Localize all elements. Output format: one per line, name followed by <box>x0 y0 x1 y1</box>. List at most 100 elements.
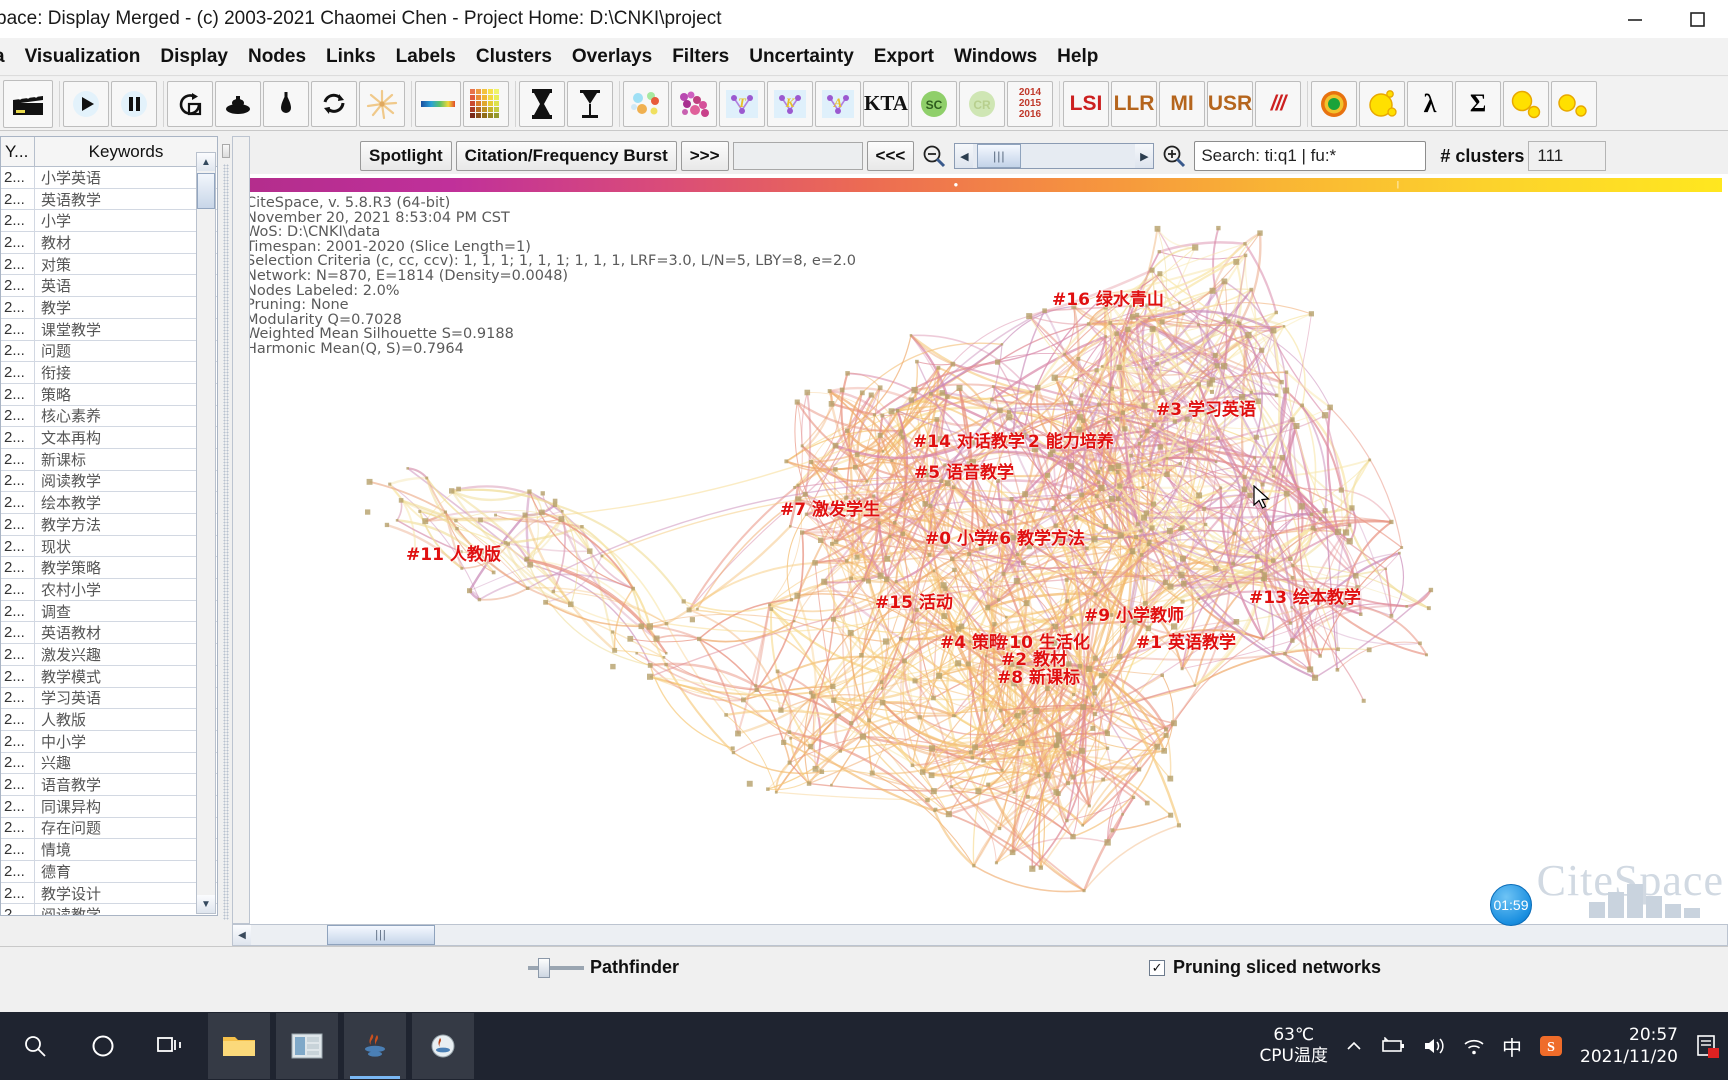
burst-star-icon[interactable] <box>359 80 405 127</box>
menu-item-links[interactable]: Links <box>316 44 386 70</box>
node-cluster-yellow-icon[interactable] <box>1359 80 1405 127</box>
table-row[interactable]: 2... 小学 <box>1 210 217 233</box>
file-explorer-icon[interactable] <box>208 1013 270 1079</box>
usr-button[interactable]: USR <box>1207 80 1253 127</box>
movie-clapper-icon[interactable] <box>3 79 53 128</box>
search-icon[interactable] <box>4 1013 66 1079</box>
cluster-label[interactable]: #11 人教版 <box>406 540 501 565</box>
table-row[interactable]: 2... 绘本教学 <box>1 492 217 514</box>
table-row[interactable]: 2... 学习英语 <box>1 687 217 710</box>
table-row[interactable]: 2... 同课异构 <box>1 795 217 818</box>
table-row[interactable]: 2... 中小学 <box>1 730 217 753</box>
lsi-button[interactable]: LSI <box>1063 80 1109 127</box>
java-app2-icon[interactable] <box>412 1013 474 1079</box>
kta-icon[interactable]: KTA <box>863 80 909 127</box>
volume-icon[interactable] <box>1422 1036 1446 1056</box>
table-row[interactable]: 2... 文本再构 <box>1 427 217 449</box>
task-view-icon[interactable] <box>140 1013 202 1079</box>
cluster-label[interactable]: #13 绘本教学 <box>1249 583 1361 608</box>
llr-button[interactable]: LLR <box>1111 80 1157 127</box>
pipette-icon[interactable] <box>263 80 309 127</box>
table-row[interactable]: 2... 现状 <box>1 535 217 558</box>
menu-item-display[interactable]: Display <box>150 44 238 70</box>
table-row[interactable]: 2... 策略 <box>1 383 217 406</box>
color-palette-grid-icon[interactable] <box>463 80 509 127</box>
scroll-down-arrow[interactable]: ▼ <box>197 895 215 913</box>
slider-right-arrow[interactable]: ▶ <box>1135 144 1154 168</box>
java-app-icon[interactable] <box>344 1013 406 1079</box>
wifi-icon[interactable] <box>1462 1036 1486 1056</box>
ime-chinese-icon[interactable]: 中 <box>1502 1032 1522 1061</box>
table-row[interactable]: 2... 教学方法 <box>1 514 217 536</box>
pruning-checkbox[interactable]: ✓ <box>1149 959 1166 976</box>
menu-item-nodes[interactable]: Nodes <box>238 44 316 70</box>
scroll-thumb-vertical[interactable] <box>197 173 215 209</box>
pathfinder-slider-knob[interactable] <box>538 957 550 978</box>
node-pair-icon[interactable] <box>1503 80 1549 127</box>
menu-item-labels[interactable]: Labels <box>386 44 466 70</box>
spotlight-button[interactable]: Spotlight <box>360 141 452 171</box>
menu-item-filters[interactable]: Filters <box>662 44 739 70</box>
table-row[interactable]: 2... 教学 <box>1 297 217 319</box>
slider-thumb[interactable]: ||| <box>977 144 1022 168</box>
sigma-icon[interactable]: Σ <box>1455 80 1501 127</box>
pathfinder-option[interactable]: Pathfinder <box>528 957 679 978</box>
table-row[interactable]: 2... 调查 <box>1 600 217 623</box>
burst-value-field[interactable] <box>732 142 863 170</box>
canvas-vertical-scrollbar[interactable] <box>232 136 250 924</box>
battery-icon[interactable] <box>1380 1037 1406 1055</box>
node-ring-icon[interactable] <box>1311 80 1357 127</box>
table-row[interactable]: 2... 对策 <box>1 253 217 276</box>
table-row[interactable]: 2... 教学模式 <box>1 665 217 688</box>
notifications-icon[interactable] <box>1694 1033 1720 1059</box>
panel-splitter[interactable] <box>220 136 232 926</box>
minimize-button[interactable] <box>1604 0 1666 38</box>
citation-frequency-burst-button[interactable]: Citation/Frequency Burst <box>455 141 677 171</box>
keywords-table-body[interactable]: 2... 小学英语 2... 英语教学 2... 小学 2... 教材 2... 对策 2... 英语… <box>1 167 217 915</box>
color-spectrum-icon[interactable] <box>415 80 461 127</box>
table-row[interactable]: 2...阅读教学 <box>1 904 217 915</box>
network-visualization-canvas[interactable]: ● | CiteSpace, v. 5.8.R3 (64-bit) Novembe… <box>232 174 1728 924</box>
column-header-year[interactable]: Y... <box>1 137 35 166</box>
hourglass-outline-icon[interactable] <box>567 80 613 127</box>
table-row[interactable]: 2... 激发兴趣 <box>1 644 217 666</box>
cluster-view-purple-icon[interactable] <box>671 80 717 127</box>
table-row[interactable]: 2... 小学英语 <box>1 167 217 189</box>
table-row[interactable]: 2... 德育 <box>1 861 217 883</box>
menu-item-export[interactable]: Export <box>864 44 944 70</box>
canvas-horizontal-scrollbar[interactable]: ◀ ||| <box>232 924 1728 946</box>
cluster-view-icon[interactable] <box>623 80 669 127</box>
cluster-label[interactable]: #14 对话教学 <box>913 427 1025 452</box>
cluster-label[interactable]: #3 学习英语 <box>1156 395 1256 420</box>
back-button[interactable]: <<< <box>866 141 915 171</box>
pruning-sliced-networks-option[interactable]: ✓ Pruning sliced networks <box>1149 957 1381 978</box>
menu-item-visualization[interactable]: Visualization <box>15 44 151 70</box>
maximize-button[interactable] <box>1666 0 1728 38</box>
cluster-label[interactable]: 2 能力培养 <box>1028 427 1114 452</box>
table-row[interactable]: 2... 教学设计 <box>1 882 217 905</box>
refresh-cycle-icon[interactable] <box>311 80 357 127</box>
pause-icon[interactable] <box>111 80 157 127</box>
lambda-icon[interactable]: λ <box>1407 80 1453 127</box>
table-row[interactable]: 2... 新课标 <box>1 448 217 471</box>
node-pair2-icon[interactable] <box>1551 80 1597 127</box>
mi-button[interactable]: MI <box>1159 80 1205 127</box>
keyword-terms-icon[interactable]: K <box>767 80 813 127</box>
column-header-keywords[interactable]: Keywords <box>35 137 217 166</box>
menu-item-uncertainty[interactable]: Uncertainty <box>739 44 864 70</box>
table-row[interactable]: 2... 教材 <box>1 232 217 254</box>
cluster-label[interactable]: #1 英语教学 <box>1136 628 1236 653</box>
table-row[interactable]: 2... 课堂教学 <box>1 318 217 341</box>
title-terms-icon[interactable]: T <box>719 80 765 127</box>
sogou-icon[interactable]: S <box>1538 1033 1564 1059</box>
menu-item-windows[interactable]: Windows <box>944 44 1047 70</box>
table-row[interactable]: 2... 核心素养 <box>1 405 217 428</box>
table-row[interactable]: 2... 衔接 <box>1 362 217 384</box>
cluster-label[interactable]: #8 新课标 <box>997 663 1080 688</box>
timeline-years-icon[interactable]: 2014 2015 2016 <box>1007 80 1053 127</box>
table-row[interactable]: 2... 英语教学 <box>1 188 217 211</box>
zoom-in-icon[interactable] <box>1158 140 1191 172</box>
slashes-icon[interactable]: /// <box>1255 80 1301 127</box>
cortana-circle-icon[interactable] <box>72 1013 134 1079</box>
rotate-square-icon[interactable] <box>167 80 213 127</box>
